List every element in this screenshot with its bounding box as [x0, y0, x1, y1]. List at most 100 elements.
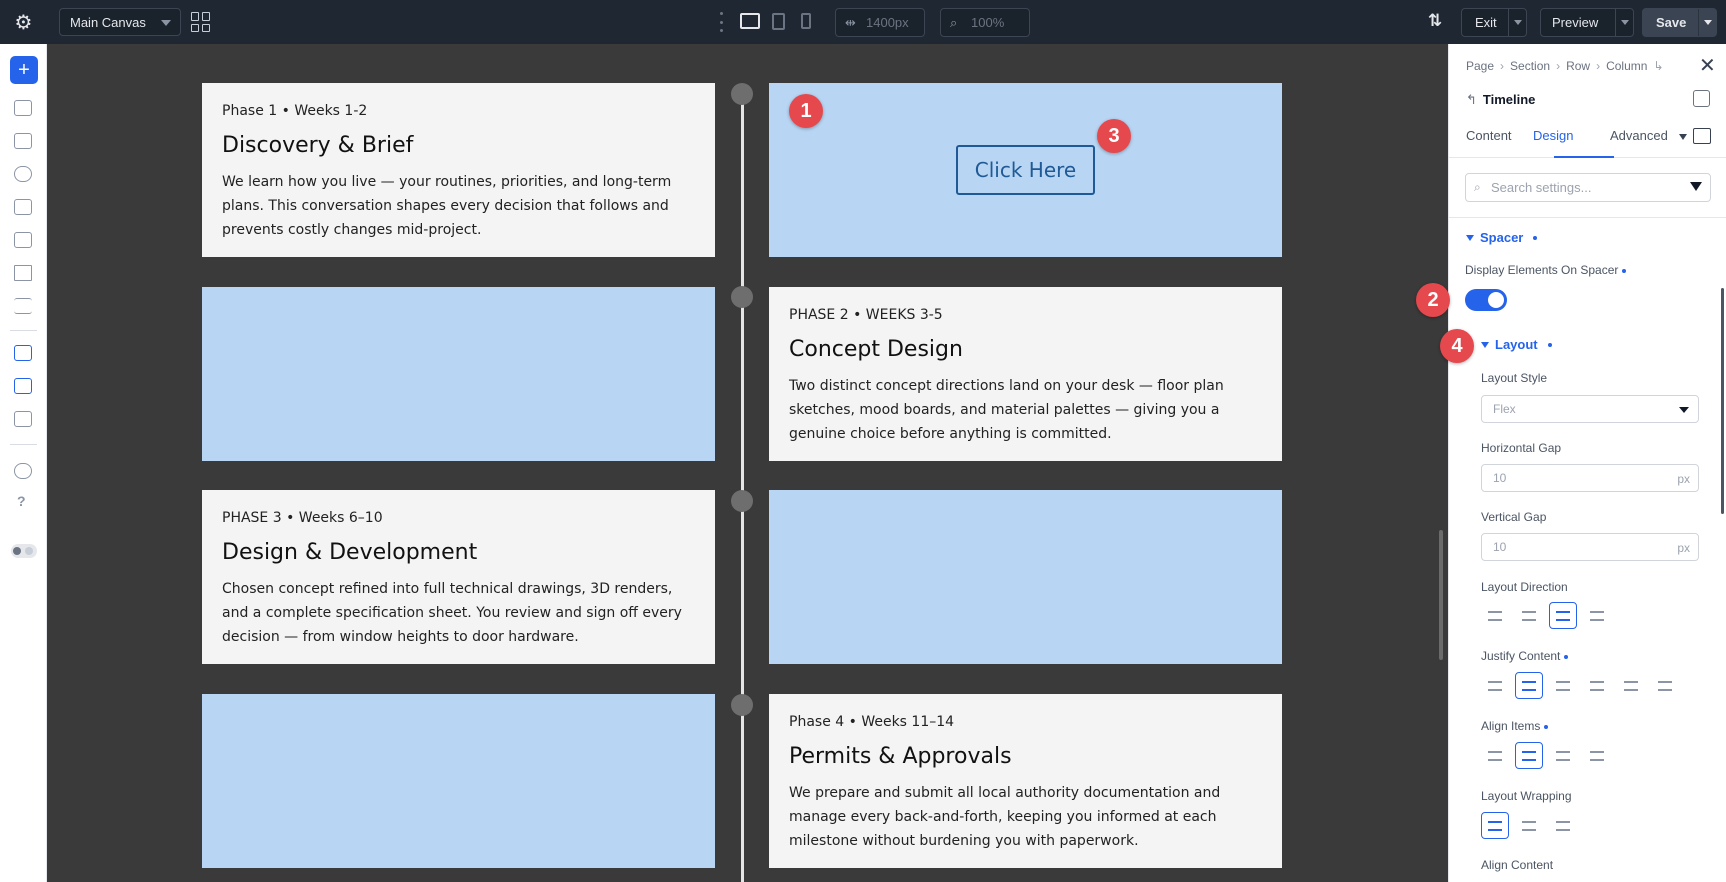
help-icon[interactable]: ?: [17, 493, 26, 509]
tab-advanced[interactable]: Advanced: [1610, 128, 1668, 143]
align-center-icon[interactable]: [1515, 742, 1543, 769]
list-icon[interactable]: [14, 298, 32, 314]
chevron-down-icon[interactable]: [1679, 134, 1687, 140]
width-arrows-icon: ⇹: [845, 15, 856, 30]
save-dropdown-toggle[interactable]: [1698, 9, 1716, 36]
spacer-block[interactable]: [202, 287, 715, 461]
save-button[interactable]: Save: [1642, 8, 1717, 37]
exit-dropdown-toggle[interactable]: [1508, 9, 1526, 36]
gear-icon[interactable]: ⚙: [0, 0, 47, 44]
direction-row-icon[interactable]: [1481, 602, 1509, 629]
spacer-section-header[interactable]: Spacer: [1466, 230, 1538, 245]
chevron-down-icon: [161, 20, 171, 26]
align-stretch-icon[interactable]: [1583, 742, 1611, 769]
click-here-button[interactable]: Click Here: [956, 145, 1095, 195]
card-meta: PHASE 3 • Weeks 6–10: [222, 510, 383, 526]
theme-icon[interactable]: [14, 133, 32, 149]
preview-dropdown-toggle[interactable]: [1615, 9, 1633, 36]
justify-space-evenly-icon[interactable]: [1651, 672, 1679, 699]
breadcrumb-row[interactable]: Row: [1566, 59, 1590, 73]
card-meta: Phase 4 • Weeks 11–14: [789, 714, 955, 730]
pages-icon[interactable]: [14, 232, 32, 248]
layers-icon[interactable]: [14, 100, 32, 116]
rail-divider: [10, 330, 37, 331]
justify-center-icon[interactable]: [1515, 672, 1543, 699]
layout-style-value: Flex: [1493, 402, 1516, 416]
breadcrumb-page[interactable]: Page: [1466, 59, 1494, 73]
direction-column-icon[interactable]: [1549, 602, 1577, 629]
layout-style-select[interactable]: Flex: [1481, 395, 1699, 423]
wrap-icon[interactable]: [1515, 812, 1543, 839]
layout-wrapping-label: Layout Wrapping: [1481, 789, 1572, 803]
search-icon: ⌕: [950, 15, 958, 30]
tablet-view-icon[interactable]: [772, 13, 785, 30]
layout-wrapping-options: [1481, 812, 1577, 839]
canvas-width-input[interactable]: ⇹ 1400px: [835, 8, 925, 37]
spacer-block[interactable]: [202, 694, 715, 868]
wrap-reverse-icon[interactable]: [1549, 812, 1577, 839]
tools-icon[interactable]: [14, 463, 32, 479]
horizontal-gap-input[interactable]: 10 px: [1481, 464, 1699, 492]
exit-button[interactable]: Exit: [1461, 8, 1527, 37]
timeline-card[interactable]: Phase 4 • Weeks 11–14 Permits & Approval…: [769, 694, 1282, 868]
canvas-width-value: 1400px: [866, 15, 909, 30]
back-icon[interactable]: ↰: [1466, 92, 1477, 107]
zoom-input[interactable]: ⌕ 100%: [940, 8, 1030, 37]
active-tab-indicator: [1554, 156, 1614, 158]
direction-column-reverse-icon[interactable]: [1583, 602, 1611, 629]
justify-content-options: [1481, 672, 1679, 699]
phone-view-icon[interactable]: [801, 13, 811, 29]
tab-design[interactable]: Design: [1533, 128, 1573, 143]
responsive-icon[interactable]: [14, 411, 32, 427]
spacer-block[interactable]: [769, 490, 1282, 664]
timeline-card[interactable]: PHASE 3 • Weeks 6–10 Design & Developmen…: [202, 490, 715, 664]
filter-icon[interactable]: [1690, 182, 1702, 191]
no-wrap-icon[interactable]: [1481, 812, 1509, 839]
justify-space-between-icon[interactable]: [1583, 672, 1611, 699]
select-element-icon[interactable]: [14, 345, 32, 361]
vertical-gap-input[interactable]: 10 px: [1481, 533, 1699, 561]
annotation-badge-2: 2: [1416, 283, 1450, 317]
grid-icon[interactable]: [191, 12, 211, 32]
multi-select-icon[interactable]: [14, 378, 32, 394]
breadcrumb-section[interactable]: Section: [1510, 59, 1550, 73]
justify-start-icon[interactable]: [1481, 672, 1509, 699]
mode-toggle-icon[interactable]: [11, 544, 37, 558]
panel-scrollbar[interactable]: [1721, 288, 1724, 514]
display-elements-toggle[interactable]: [1465, 289, 1507, 311]
exit-label: Exit: [1475, 15, 1497, 30]
card-meta: Phase 1 • Weeks 1-2: [222, 103, 368, 119]
chevron-down-icon: [1679, 407, 1689, 413]
justify-end-icon[interactable]: [1549, 672, 1577, 699]
direction-row-reverse-icon[interactable]: [1515, 602, 1543, 629]
timeline-card[interactable]: Phase 1 • Weeks 1-2 Discovery & Brief We…: [202, 83, 715, 257]
sort-arrows-icon[interactable]: ⇅: [1428, 11, 1442, 31]
zoom-value: 100%: [971, 15, 1005, 30]
close-icon[interactable]: ✕: [1699, 53, 1716, 78]
align-start-icon[interactable]: [1481, 742, 1509, 769]
tab-content[interactable]: Content: [1466, 128, 1512, 143]
card-description: Two distinct concept directions land on …: [789, 378, 1224, 442]
database-icon[interactable]: [14, 166, 32, 182]
search-settings-input[interactable]: ⌕ Search settings...: [1465, 173, 1711, 202]
unit-label: px: [1677, 472, 1690, 486]
panel-tabs: Content Design Advanced: [1449, 116, 1726, 158]
desktop-view-icon[interactable]: [740, 13, 760, 29]
preview-button[interactable]: Preview: [1540, 8, 1634, 37]
justify-space-around-icon[interactable]: [1617, 672, 1645, 699]
lightning-icon[interactable]: [14, 265, 32, 281]
align-end-icon[interactable]: [1549, 742, 1577, 769]
timeline-card[interactable]: PHASE 2 • WEEKS 3-5 Concept Design Two d…: [769, 287, 1282, 461]
add-element-button[interactable]: +: [10, 56, 38, 84]
breadcrumb-column[interactable]: Column: [1606, 59, 1647, 73]
layout-section-header[interactable]: Layout: [1481, 337, 1552, 352]
align-items-options: [1481, 742, 1611, 769]
template-icon[interactable]: [14, 199, 32, 215]
panel-options-icon[interactable]: [1693, 90, 1710, 107]
canvas-scrollbar[interactable]: [1439, 530, 1443, 660]
search-icon: ⌕: [1474, 180, 1481, 194]
panel-title-text: Timeline: [1482, 92, 1536, 107]
canvas-select[interactable]: Main Canvas: [59, 8, 181, 36]
frame-icon[interactable]: [1693, 128, 1711, 144]
more-vertical-icon[interactable]: [718, 12, 724, 32]
